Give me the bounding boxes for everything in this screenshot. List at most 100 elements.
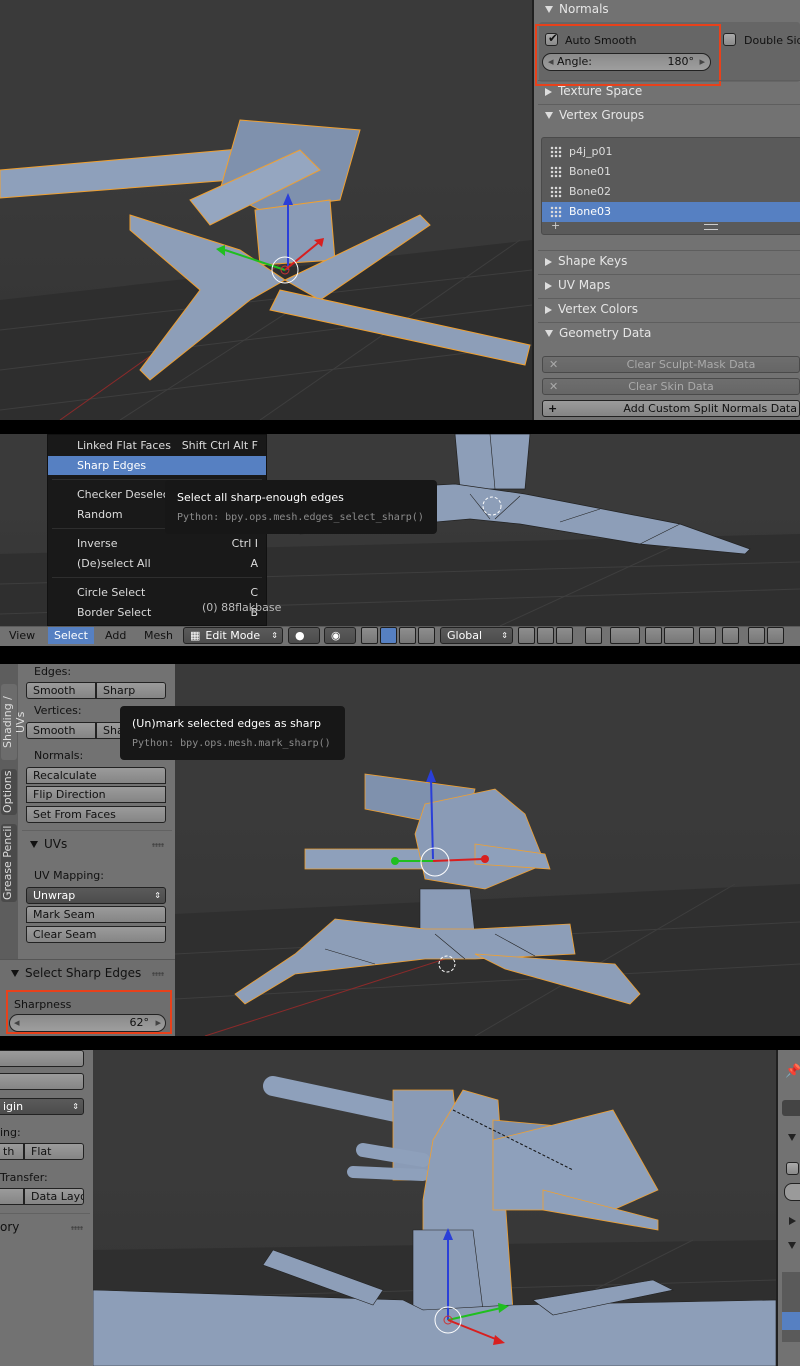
clear-skin-data-button[interactable]: ✕ Clear Skin Data (542, 378, 800, 395)
select-sharp-edges-header[interactable]: Select Sharp Edges (11, 966, 141, 980)
double-sided-checkbox[interactable] (723, 33, 736, 46)
tab-grease-pencil[interactable]: Grease Pencil (1, 824, 17, 902)
vertex-group-icon (550, 166, 562, 178)
chevron-right-icon[interactable] (789, 1217, 796, 1225)
divider (538, 298, 800, 299)
unwrap-select[interactable]: Unwrap ⇕ (26, 887, 166, 904)
uv-maps-header[interactable]: UV Maps (545, 278, 610, 292)
viewport-4[interactable] (93, 1050, 776, 1366)
history-header[interactable]: ory (0, 1220, 19, 1234)
pivot-select[interactable]: ◉ (324, 627, 356, 644)
chevron-down-icon (545, 112, 553, 119)
normals-header[interactable]: Normals (545, 2, 609, 16)
shading-smooth-button[interactable]: th (0, 1143, 24, 1160)
list-item-selected[interactable] (782, 1312, 800, 1330)
data-layout-button[interactable]: Data Layo (24, 1188, 84, 1205)
list-item[interactable]: Bone01 (542, 162, 800, 182)
mark-seam-button[interactable]: Mark Seam (26, 906, 166, 923)
pivot-icon: ◉ (331, 629, 341, 642)
panel-2-select-menu: Linked Flat Faces Shift Ctrl Alt F Sharp … (0, 434, 800, 646)
partial-button[interactable] (0, 1050, 84, 1067)
set-from-faces-button[interactable]: Set From Faces (26, 806, 166, 823)
vertex-group-icon (550, 186, 562, 198)
pin-icon[interactable]: 📌 (785, 1064, 800, 1079)
viewport-1[interactable] (0, 0, 532, 420)
render-icon[interactable] (748, 627, 765, 644)
layer-icon[interactable] (699, 627, 716, 644)
edges-sharp-button[interactable]: Sharp (96, 682, 166, 699)
drag-handle-icon[interactable] (71, 1226, 83, 1230)
tab-shading-uvs[interactable]: Shading / UVs (1, 684, 27, 760)
edit-mode-icon: ▦ (190, 629, 201, 642)
orientation-select[interactable]: Global ⇕ (440, 627, 513, 644)
partial-field[interactable] (784, 1183, 800, 1201)
vertex-colors-header[interactable]: Vertex Colors (545, 302, 638, 316)
scale-icon[interactable] (418, 627, 435, 644)
menu-item-linked-flat-faces[interactable]: Linked Flat Faces Shift Ctrl Alt F (48, 436, 266, 455)
vertices-smooth-button[interactable]: Smooth (26, 722, 96, 739)
list-item-selected[interactable]: Bone03 (542, 202, 800, 222)
viewport-shading-select[interactable]: ● (288, 627, 320, 644)
proportional-edit-icon[interactable] (610, 627, 640, 644)
shape-keys-header[interactable]: Shape Keys (545, 254, 627, 268)
menu-item-inverse[interactable]: Inverse Ctrl I (48, 534, 266, 553)
vertex-groups-header[interactable]: Vertex Groups (545, 108, 644, 122)
rotate-icon[interactable] (399, 627, 416, 644)
menu-item-deselect-all[interactable]: (De)select All A (48, 554, 266, 573)
snap-target-icon[interactable] (722, 627, 739, 644)
chevron-down-icon[interactable] (788, 1134, 796, 1141)
flip-direction-button[interactable]: Flip Direction (26, 786, 166, 803)
menu-select[interactable]: Select (48, 627, 94, 644)
divider (22, 830, 172, 831)
mode-select[interactable]: ▦ Edit Mode ⇕ (183, 627, 283, 644)
chevron-down-icon[interactable] (788, 1242, 796, 1249)
plus-small-icon[interactable]: + (551, 219, 560, 232)
manipulator-toggle-icon[interactable] (361, 627, 378, 644)
vertex-select-icon[interactable] (518, 627, 535, 644)
partial-widget[interactable] (782, 1100, 800, 1116)
uvs-header[interactable]: UVs (30, 837, 67, 851)
recalculate-button[interactable]: Recalculate (26, 767, 166, 784)
snap-icon[interactable] (664, 627, 694, 644)
menu-item-sharp-edges[interactable]: Sharp Edges (48, 456, 266, 475)
clear-seam-button[interactable]: Clear Seam (26, 926, 166, 943)
drag-handle-icon[interactable] (152, 972, 164, 976)
partial-checkbox[interactable] (786, 1162, 799, 1175)
magnet-icon[interactable] (645, 627, 662, 644)
separator (0, 1036, 800, 1050)
chevron-right-icon (545, 281, 552, 290)
chevron-down-icon (30, 841, 38, 848)
edge-select-icon[interactable] (537, 627, 554, 644)
normals-label: Normals: (34, 749, 84, 762)
data-transfer-partial-button[interactable] (0, 1188, 24, 1205)
geometry-data-header[interactable]: Geometry Data (545, 326, 651, 340)
add-custom-split-normals-button[interactable]: + Add Custom Split Normals Data (542, 400, 800, 417)
face-select-icon[interactable] (556, 627, 573, 644)
render-animation-icon[interactable] (767, 627, 784, 644)
menu-mesh[interactable]: Mesh (144, 629, 173, 642)
menu-view[interactable]: View (9, 629, 35, 642)
menu-item-circle-select[interactable]: Circle Select C (48, 583, 266, 602)
partial-button[interactable] (0, 1073, 84, 1090)
object-name-label: (0) 88flakbase (202, 601, 282, 614)
occlude-icon[interactable] (585, 627, 602, 644)
origin-select[interactable]: igin ⇕ (0, 1098, 84, 1115)
drag-handle-icon[interactable] (152, 843, 164, 847)
clear-sculpt-mask-button[interactable]: ✕ Clear Sculpt-Mask Data (542, 356, 800, 373)
translate-icon[interactable] (380, 627, 397, 644)
list-item[interactable]: p4j_p01 (542, 142, 800, 162)
divider (538, 80, 800, 81)
vertex-group-icon (550, 146, 562, 158)
auto-smooth-highlight (535, 24, 721, 86)
resize-grip-icon[interactable] (704, 224, 718, 230)
list-item[interactable]: Bone02 (542, 182, 800, 202)
vertex-group-icon (550, 206, 562, 218)
texture-space-header[interactable]: Texture Space (545, 84, 642, 98)
edges-smooth-button[interactable]: Smooth (26, 682, 96, 699)
data-transfer-label: Transfer: (0, 1171, 48, 1184)
tab-options[interactable]: Options (1, 769, 17, 815)
divider (0, 1213, 90, 1214)
shading-flat-button[interactable]: Flat (24, 1143, 84, 1160)
viewport-1-scene (0, 119, 532, 420)
menu-add[interactable]: Add (105, 629, 126, 642)
